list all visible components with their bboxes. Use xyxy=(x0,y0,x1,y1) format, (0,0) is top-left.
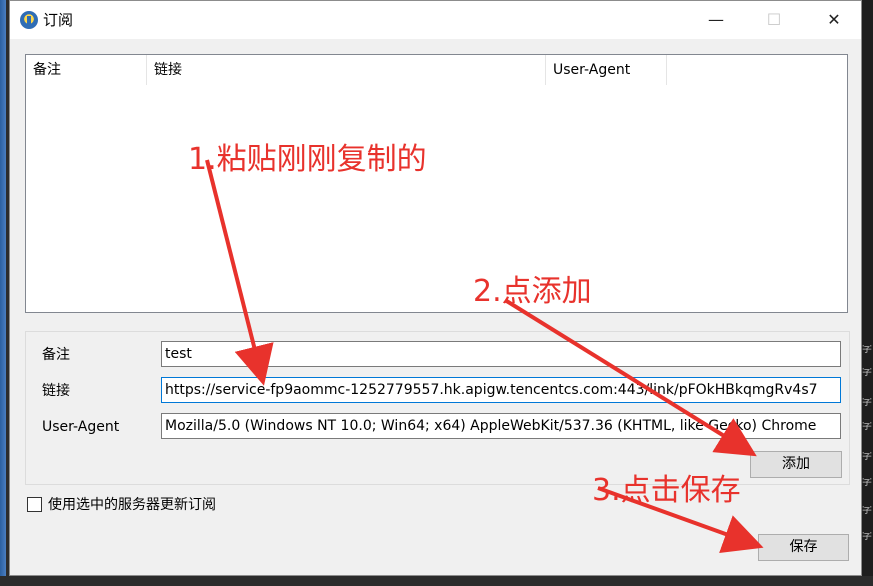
annotation-arrows xyxy=(205,159,764,553)
arrow-step3 xyxy=(597,486,764,553)
arrow-step2 xyxy=(503,298,757,457)
arrow-step1 xyxy=(205,159,274,386)
